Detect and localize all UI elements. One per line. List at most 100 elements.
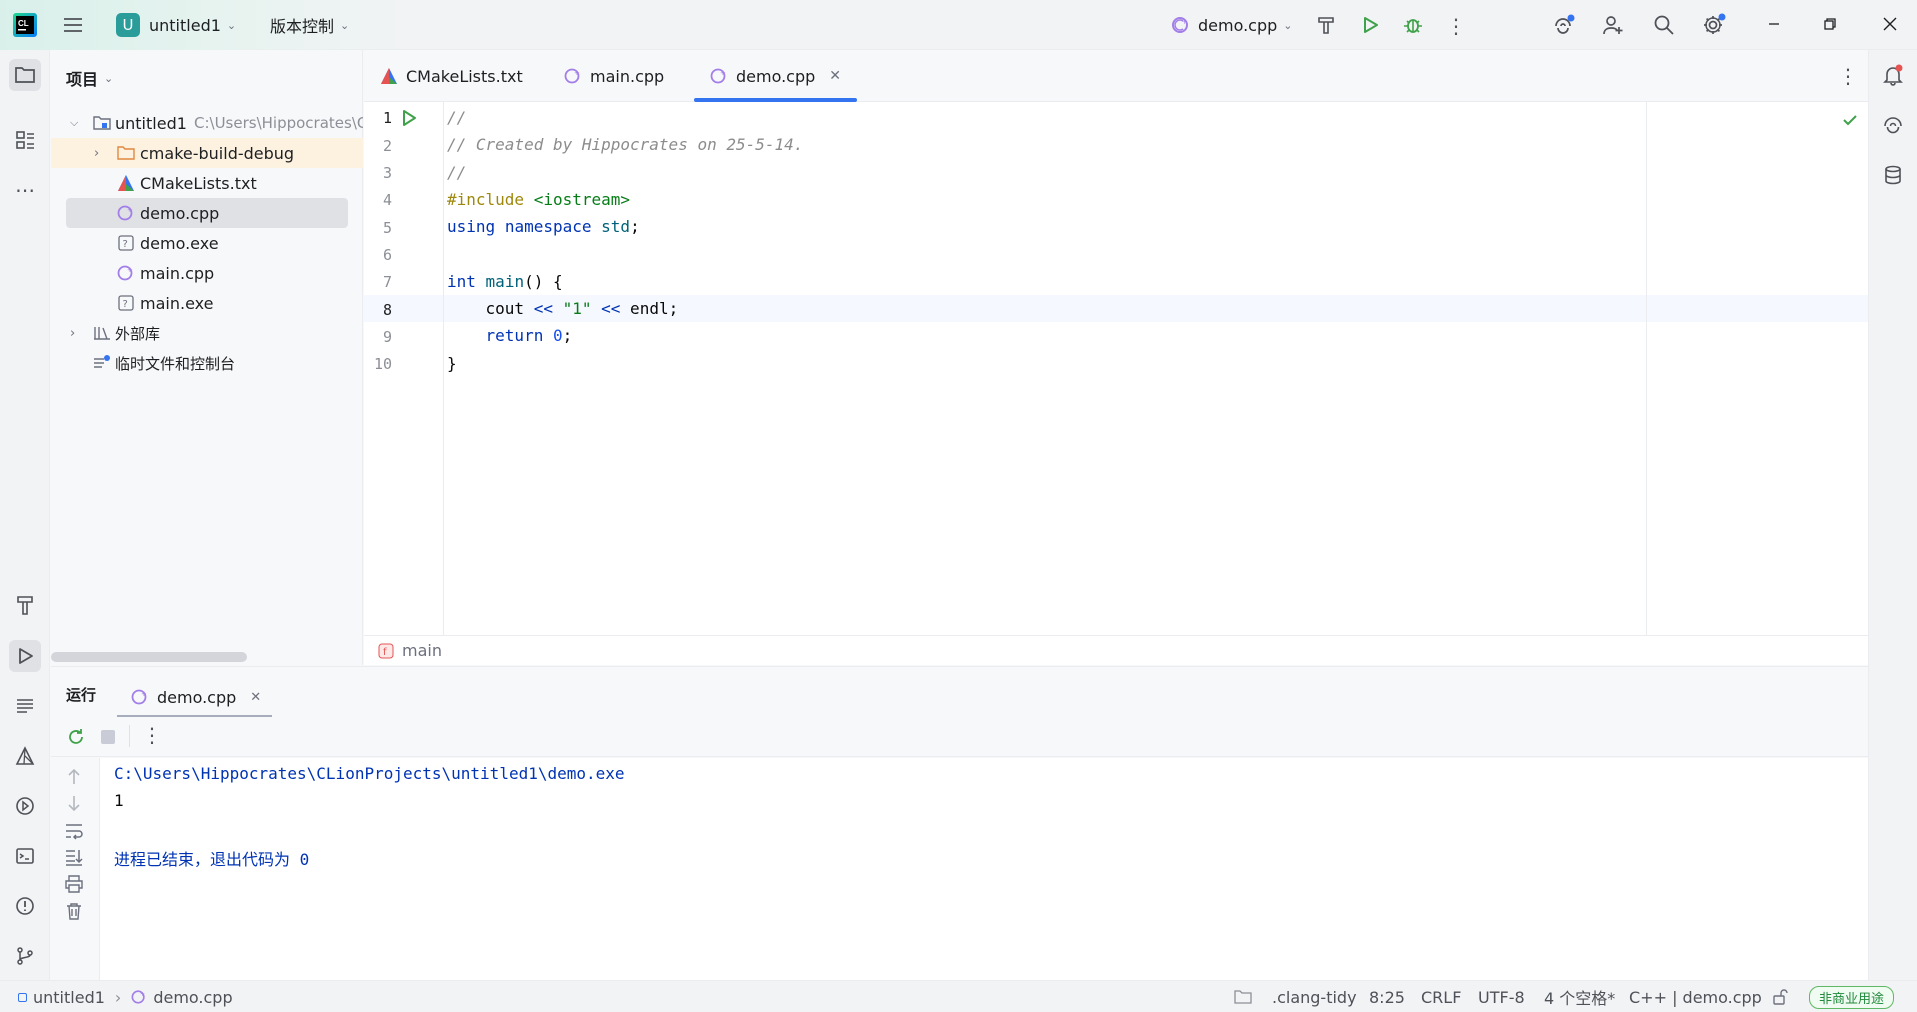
run-toolbar: ⋮ xyxy=(51,717,1868,757)
chevron-right-icon[interactable]: › xyxy=(70,326,75,341)
status-crumb-project[interactable]: untitled1 xyxy=(33,988,105,1007)
stop-icon[interactable] xyxy=(101,730,115,744)
caret-position[interactable]: 8:25 xyxy=(1369,981,1405,1012)
debug-bug-icon[interactable] xyxy=(1402,14,1424,36)
build-tool-hammer-icon[interactable] xyxy=(9,589,41,621)
run-config-selector[interactable]: + demo.cpp ⌄ xyxy=(1170,9,1293,41)
scroll-down-arrow-icon[interactable] xyxy=(66,794,82,812)
git-branch-icon[interactable] xyxy=(9,940,41,972)
svg-text:+: + xyxy=(127,266,133,274)
clear-trash-icon[interactable] xyxy=(65,902,83,920)
clang-tidy-widget[interactable]: .clang-tidy xyxy=(1272,981,1357,1012)
tree-item-scratches[interactable]: 临时文件和控制台 xyxy=(51,348,363,378)
tab-cmakelists[interactable]: CMakeLists.txt xyxy=(380,50,523,102)
chevron-down-icon[interactable]: ⌵ xyxy=(70,116,78,130)
minimize-window-icon[interactable] xyxy=(1764,14,1784,34)
structure-icon[interactable] xyxy=(9,124,41,156)
svg-text:+: + xyxy=(574,69,580,77)
status-crumb-file[interactable]: demo.cpp xyxy=(153,988,232,1007)
console-line-output: 1 xyxy=(114,791,124,810)
cmake-tool-icon[interactable] xyxy=(9,740,41,772)
editor-tab-bar: CMakeLists.txt + main.cpp + demo.cpp ✕ ⋮ xyxy=(364,50,1868,102)
chevron-down-icon: ⌄ xyxy=(340,18,350,32)
chevron-down-icon: ⌄ xyxy=(104,71,114,85)
language-context[interactable]: C++ | demo.cpp xyxy=(1629,981,1762,1012)
main-menu-icon[interactable] xyxy=(62,14,86,36)
cpp-file-icon: + xyxy=(117,204,135,222)
rerun-icon[interactable] xyxy=(66,727,86,747)
project-tool-folder-icon[interactable] xyxy=(9,59,41,91)
vcs-menu[interactable]: 版本控制 ⌄ xyxy=(270,9,349,41)
editor-breadcrumb: f main xyxy=(364,635,1868,665)
print-icon[interactable] xyxy=(65,875,83,893)
tab-main-cpp[interactable]: + main.cpp xyxy=(564,50,664,102)
terminal-icon[interactable] xyxy=(9,840,41,872)
run-icon[interactable] xyxy=(1360,15,1380,35)
tree-item-external-libraries[interactable]: › 外部库 xyxy=(51,318,363,348)
clion-logo-icon[interactable]: CL xyxy=(13,13,37,37)
run-panel-title: 运行 xyxy=(66,686,97,704)
project-selector[interactable]: U untitled1 ⌄ xyxy=(116,9,236,41)
line-separator[interactable]: CRLF xyxy=(1421,981,1461,1012)
build-hammer-icon[interactable] xyxy=(1316,15,1336,35)
tab-demo-cpp[interactable]: + demo.cpp ✕ xyxy=(693,50,858,102)
run-tab-label: demo.cpp xyxy=(157,687,237,707)
cpp-file-icon: + xyxy=(117,264,135,282)
search-icon[interactable] xyxy=(1653,14,1675,36)
settings-gear-icon[interactable] xyxy=(1702,13,1726,37)
restore-window-icon[interactable] xyxy=(1820,14,1840,34)
more-vertical-icon[interactable]: ⋮ xyxy=(142,723,162,747)
folder-icon[interactable] xyxy=(1234,981,1252,1012)
ai-assistant-icon[interactable] xyxy=(1552,14,1576,36)
cpp-file-icon: + xyxy=(131,688,149,706)
problems-icon[interactable] xyxy=(9,890,41,922)
tree-item-cmake-build-debug[interactable]: › cmake-build-debug xyxy=(51,138,363,168)
code-token: int xyxy=(447,272,476,291)
tree-item-demo-exe[interactable]: ? demo.exe xyxy=(51,228,363,258)
console-output[interactable]: C:\Users\Hippocrates\CLionProjects\untit… xyxy=(99,758,1868,981)
more-vertical-icon[interactable]: ⋮ xyxy=(1446,14,1466,38)
lock-icon[interactable] xyxy=(1772,981,1788,1012)
add-user-icon[interactable] xyxy=(1602,14,1624,36)
services-icon[interactable] xyxy=(9,790,41,822)
tabs-more-icon[interactable]: ⋮ xyxy=(1838,64,1858,88)
project-panel-title: 项目 xyxy=(66,70,99,89)
no-problems-check-icon[interactable] xyxy=(1842,112,1858,128)
close-tab-icon[interactable]: ✕ xyxy=(250,690,261,705)
run-tool-icon[interactable] xyxy=(9,640,41,672)
file-encoding[interactable]: UTF-8 xyxy=(1478,981,1525,1012)
svg-text:+: + xyxy=(140,991,145,998)
project-view-selector[interactable]: 项目 ⌄ xyxy=(66,66,113,90)
chevron-right-icon[interactable]: › xyxy=(94,146,99,161)
tree-item-cmakelists[interactable]: CMakeLists.txt xyxy=(51,168,363,198)
close-window-icon[interactable] xyxy=(1880,14,1900,34)
tree-item-demo-cpp[interactable]: + demo.cpp xyxy=(51,198,363,228)
breadcrumb-function[interactable]: main xyxy=(402,641,442,660)
close-tab-icon[interactable]: ✕ xyxy=(829,68,841,84)
code-editor[interactable]: 1 2 3 4 5 6 7 8 9 10 // // Created by Hi… xyxy=(364,102,1868,635)
ai-chat-icon[interactable] xyxy=(1877,109,1909,141)
license-status[interactable]: 非商业用途 xyxy=(1809,981,1895,1012)
run-tab-demo-cpp[interactable]: + demo.cpp ✕ xyxy=(131,677,261,717)
scroll-up-arrow-icon[interactable] xyxy=(66,768,82,786)
tree-item-label: CMakeLists.txt xyxy=(140,173,257,193)
svg-text:+: + xyxy=(141,690,147,698)
vcs-label: 版本控制 xyxy=(270,17,335,36)
tree-root-untitled1[interactable]: ⌵ untitled1 C:\Users\Hippocrates\CLionPr… xyxy=(51,108,363,138)
svg-text:+: + xyxy=(127,206,133,214)
database-icon[interactable] xyxy=(1877,159,1909,191)
more-tools-icon[interactable]: ⋯ xyxy=(9,174,41,206)
run-gutter-icon[interactable] xyxy=(400,109,418,127)
run-config-label: demo.cpp xyxy=(1198,15,1278,35)
code-token: <iostream> xyxy=(533,190,631,209)
horizontal-scrollbar[interactable] xyxy=(51,652,247,662)
tree-item-main-exe[interactable]: ? main.exe xyxy=(51,288,363,318)
indent-settings[interactable]: 4 个空格* xyxy=(1544,981,1615,1012)
chevron-right-icon: › xyxy=(114,987,122,1007)
scroll-to-end-icon[interactable] xyxy=(65,848,83,866)
tree-item-main-cpp[interactable]: + main.cpp xyxy=(51,258,363,288)
soft-wrap-icon[interactable] xyxy=(65,822,83,840)
cpp-file-icon: + xyxy=(131,989,147,1005)
notifications-bell-icon[interactable] xyxy=(1877,59,1909,91)
todo-list-icon[interactable] xyxy=(9,690,41,722)
